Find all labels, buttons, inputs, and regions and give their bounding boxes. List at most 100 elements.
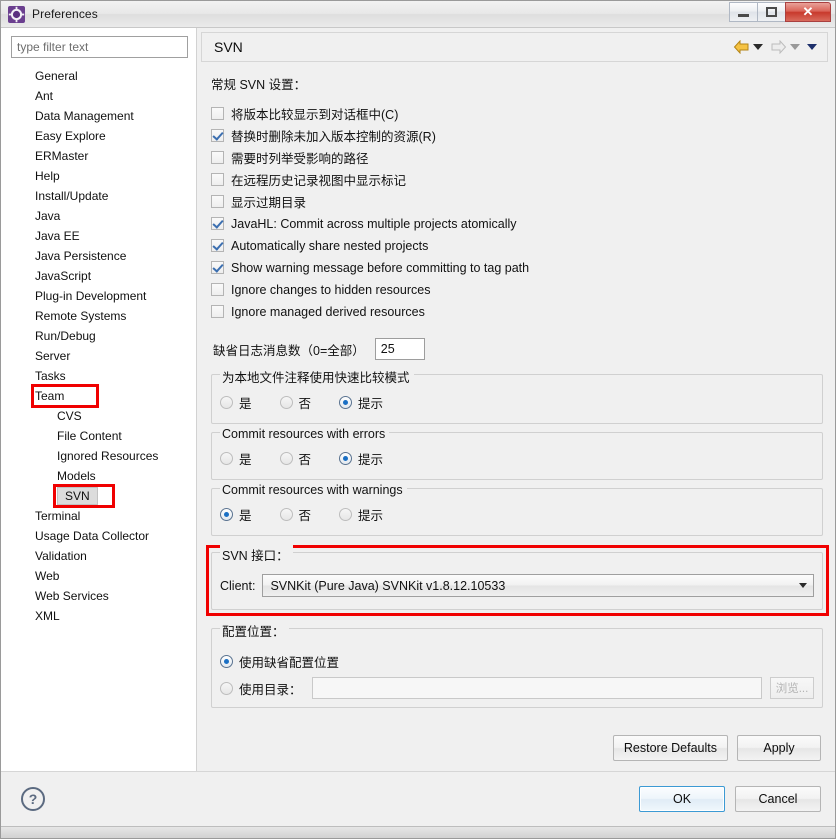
- checkbox-unchecked-icon[interactable]: [211, 173, 224, 186]
- sidebar-item-java-ee[interactable]: Java EE: [1, 226, 196, 246]
- back-menu-chevron-down-icon[interactable]: [753, 44, 763, 50]
- sidebar-item-label: Models: [57, 469, 96, 483]
- page-menu-chevron-down-icon[interactable]: [807, 44, 817, 50]
- filter-input[interactable]: type filter text: [11, 36, 188, 58]
- checkbox-row[interactable]: 在远程历史记录视图中显示标记: [211, 169, 823, 190]
- ok-button[interactable]: OK: [639, 786, 725, 812]
- radio-option[interactable]: 否: [279, 505, 311, 524]
- checkbox-row[interactable]: 需要时列举受影响的路径: [211, 147, 823, 168]
- minimize-button[interactable]: [729, 2, 758, 22]
- sidebar-item-java-persistence[interactable]: Java Persistence: [1, 246, 196, 266]
- question-mark-icon[interactable]: ?: [21, 787, 45, 811]
- sidebar-item-svn[interactable]: SVN: [1, 484, 196, 508]
- sidebar-item-cvs[interactable]: CVS: [1, 406, 196, 426]
- sidebar-item-models[interactable]: Models: [1, 466, 196, 486]
- sidebar-item-ermaster[interactable]: ERMaster: [1, 146, 196, 166]
- checkbox-unchecked-icon[interactable]: [211, 283, 224, 296]
- radio-unselected-icon[interactable]: [220, 452, 233, 465]
- checkbox-checked-icon[interactable]: [211, 129, 224, 142]
- checkbox-row[interactable]: JavaHL: Commit across multiple projects …: [211, 213, 823, 234]
- svn-client-dropdown[interactable]: SVNKit (Pure Java) SVNKit v1.8.12.10533: [262, 574, 814, 597]
- log-count-input[interactable]: 25: [374, 338, 425, 360]
- chevron-down-icon: [799, 583, 807, 588]
- checkbox-unchecked-icon[interactable]: [211, 195, 224, 208]
- sidebar-item-label: Java EE: [35, 229, 80, 243]
- sidebar-item-java[interactable]: Java: [1, 206, 196, 226]
- sidebar-item-server[interactable]: Server: [1, 346, 196, 366]
- radio-option[interactable]: 否: [279, 393, 311, 412]
- sidebar-item-web-services[interactable]: Web Services: [1, 586, 196, 606]
- sidebar-item-plug-in-development[interactable]: Plug-in Development: [1, 286, 196, 306]
- apply-button[interactable]: Apply: [737, 735, 821, 761]
- radio-groupbox: 为本地文件注释使用快速比较模式是 否 提示: [211, 367, 823, 424]
- checkbox-row[interactable]: 将版本比较显示到对话框中(C): [211, 103, 823, 124]
- sidebar-item-web[interactable]: Web: [1, 566, 196, 586]
- sidebar-item-general[interactable]: General: [1, 66, 196, 86]
- checkbox-checked-icon[interactable]: [211, 217, 224, 230]
- sidebar-item-validation[interactable]: Validation: [1, 546, 196, 566]
- checkbox-unchecked-icon[interactable]: [211, 305, 224, 318]
- sidebar-item-run-debug[interactable]: Run/Debug: [1, 326, 196, 346]
- radio-unselected-icon[interactable]: [279, 508, 293, 521]
- checkbox-checked-icon[interactable]: [211, 239, 224, 252]
- config-dir-radio[interactable]: [220, 681, 233, 695]
- radio-option[interactable]: 提示: [339, 393, 383, 412]
- radio-unselected-icon[interactable]: [339, 508, 353, 521]
- radio-selected-icon[interactable]: [339, 452, 353, 465]
- radio-unselected-icon[interactable]: [279, 452, 293, 465]
- checkbox-unchecked-icon[interactable]: [211, 107, 224, 120]
- log-count-value: 25: [380, 342, 395, 356]
- sidebar-item-team[interactable]: Team: [1, 384, 196, 408]
- checkbox-unchecked-icon[interactable]: [211, 151, 224, 164]
- checkbox-row[interactable]: Ignore changes to hidden resources: [211, 279, 823, 300]
- sidebar-item-terminal[interactable]: Terminal: [1, 506, 196, 526]
- sidebar-item-easy-explore[interactable]: Easy Explore: [1, 126, 196, 146]
- config-default-radio[interactable]: [220, 654, 233, 668]
- radio-option[interactable]: 是: [220, 449, 252, 468]
- config-location-title: 配置位置：: [220, 621, 289, 640]
- restore-defaults-button[interactable]: Restore Defaults: [612, 735, 728, 761]
- dialog-buttons: OK Cancel: [639, 786, 821, 812]
- config-dir-row[interactable]: 使用目录： 浏览...: [220, 676, 814, 700]
- radio-option[interactable]: 提示: [339, 449, 383, 468]
- checkbox-row[interactable]: Automatically share nested projects: [211, 235, 823, 256]
- radio-option[interactable]: 是: [220, 505, 252, 524]
- checkbox-row[interactable]: Ignore managed derived resources: [211, 301, 823, 322]
- groupbox-title: Commit resources with errors: [220, 427, 390, 441]
- radio-option[interactable]: 否: [279, 449, 311, 468]
- sidebar-item-usage-data-collector[interactable]: Usage Data Collector: [1, 526, 196, 546]
- config-default-row[interactable]: 使用缺省配置位置: [220, 649, 814, 673]
- sidebar-item-file-content[interactable]: File Content: [1, 426, 196, 446]
- cancel-button[interactable]: Cancel: [735, 786, 821, 812]
- sidebar-item-xml[interactable]: XML: [1, 606, 196, 626]
- sidebar-item-help[interactable]: Help: [1, 166, 196, 186]
- sidebar-item-tasks[interactable]: Tasks: [1, 366, 196, 386]
- radio-unselected-icon[interactable]: [279, 396, 293, 409]
- maximize-button[interactable]: [757, 2, 786, 22]
- back-arrow-icon[interactable]: [733, 39, 750, 55]
- close-button[interactable]: ✕: [785, 2, 831, 22]
- sidebar-item-data-management[interactable]: Data Management: [1, 106, 196, 126]
- sidebar-item-remote-systems[interactable]: Remote Systems: [1, 306, 196, 326]
- sidebar-item-ignored-resources[interactable]: Ignored Resources: [1, 446, 196, 466]
- radio-option[interactable]: 是: [220, 393, 252, 412]
- radio-unselected-icon[interactable]: [220, 396, 233, 409]
- checkbox-row[interactable]: 显示过期目录: [211, 191, 823, 212]
- log-count-row: 缺省日志消息数（0=全部） 25: [213, 338, 823, 360]
- sidebar-item-install-update[interactable]: Install/Update: [1, 186, 196, 206]
- preferences-tree[interactable]: General Ant Data Management Easy Explore ERM…: [1, 62, 196, 771]
- sidebar-item-javascript[interactable]: JavaScript: [1, 266, 196, 286]
- checkbox-label: JavaHL: Commit across multiple projects …: [231, 216, 517, 231]
- radio-selected-icon[interactable]: [220, 508, 233, 521]
- sidebar-item-label: Run/Debug: [35, 329, 96, 343]
- checkbox-row[interactable]: Show warning message before committing t…: [211, 257, 823, 278]
- checkbox-list: 将版本比较显示到对话框中(C) 替换时删除未加入版本控制的资源(R) 需要时列举受影…: [211, 103, 823, 322]
- checkbox-checked-icon[interactable]: [211, 261, 224, 274]
- radio-selected-icon[interactable]: [339, 396, 353, 409]
- checkbox-row[interactable]: 替换时删除未加入版本控制的资源(R): [211, 125, 823, 146]
- sidebar-item-ant[interactable]: Ant: [1, 86, 196, 106]
- config-dir-input[interactable]: [311, 677, 762, 699]
- radio-option[interactable]: 提示: [339, 505, 383, 524]
- svn-client-value: SVNKit (Pure Java) SVNKit v1.8.12.10533: [270, 578, 506, 593]
- radio-groupbox: Commit resources with warnings 是 否 提示: [211, 483, 823, 536]
